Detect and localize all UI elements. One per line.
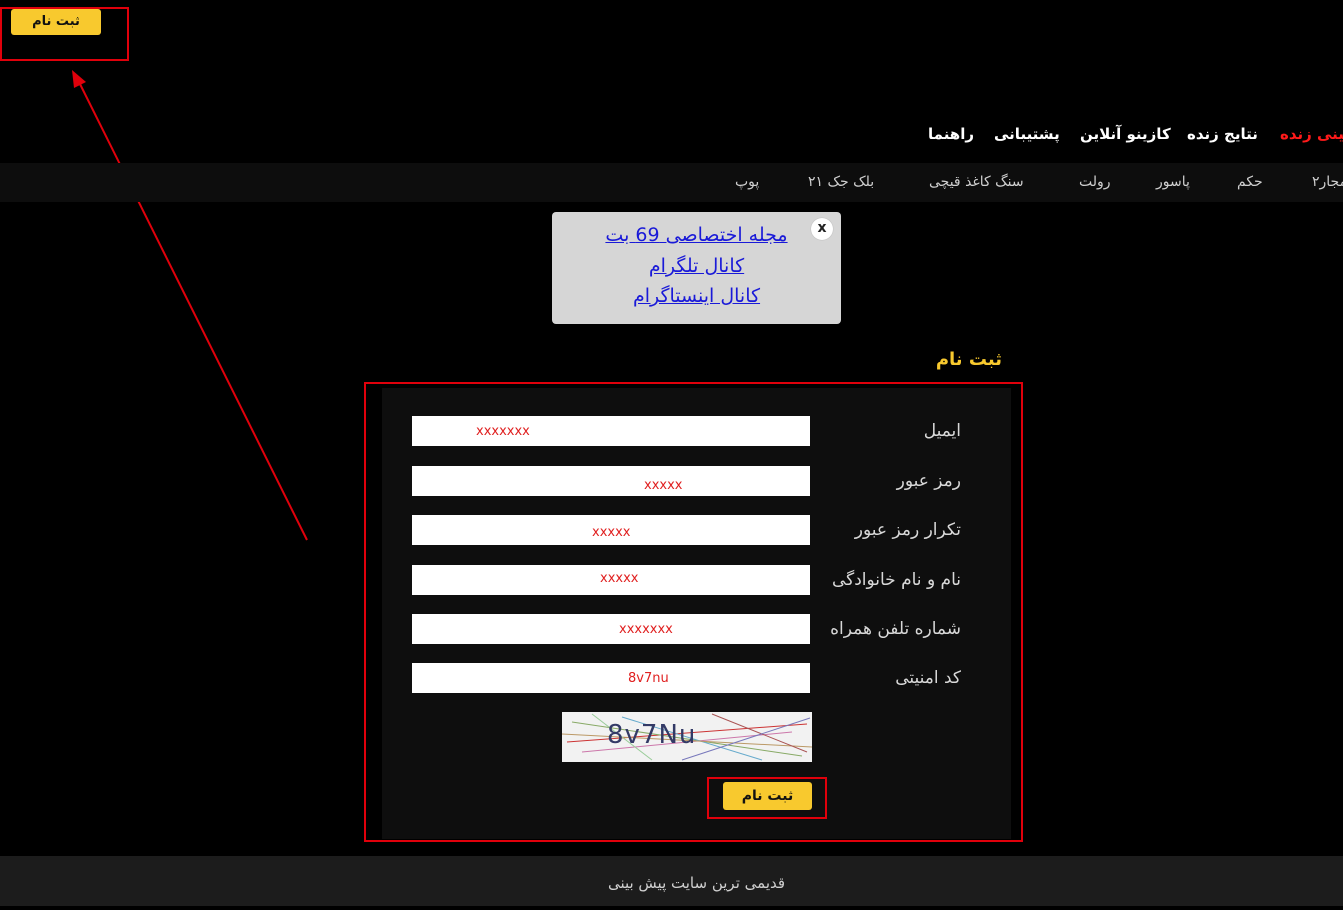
footer-text: قدیمی ترین سایت پیش بینی bbox=[607, 874, 786, 892]
close-icon[interactable]: x bbox=[811, 218, 833, 240]
games-nav: مجار۲ حکم پاسور رولت سنگ کاغذ قیچی بلک ج… bbox=[0, 163, 1343, 202]
promo-popup: مجله اختصاصی 69 بت کانال تلگرام کانال ای… bbox=[552, 212, 841, 324]
full-name-label: نام و نام خانوادگی bbox=[831, 570, 961, 590]
security-code-field[interactable] bbox=[412, 663, 810, 693]
popup-link-magazine[interactable]: مجله اختصاصی 69 بت bbox=[552, 220, 841, 250]
mobile-label: شماره تلفن همراه bbox=[830, 619, 961, 639]
sub-nav-item-roulette[interactable]: رولت bbox=[1079, 163, 1111, 202]
password-label: رمز عبور bbox=[896, 471, 961, 491]
security-code-label: کد امنیتی bbox=[895, 668, 961, 688]
register-button-top[interactable]: ثبت نام bbox=[11, 9, 101, 35]
mobile-field[interactable] bbox=[412, 614, 810, 644]
popup-link-telegram[interactable]: کانال تلگرام bbox=[552, 251, 841, 281]
email-field[interactable] bbox=[412, 416, 810, 446]
register-submit-button[interactable]: ثبت نام bbox=[723, 782, 812, 810]
nav-item-support[interactable]: پشتیبانی bbox=[994, 118, 1060, 150]
full-name-field[interactable] bbox=[412, 565, 810, 595]
nav-item-live-predict[interactable]: بینی زنده bbox=[1280, 118, 1343, 150]
nav-item-online-casino[interactable]: کازینو آنلاین bbox=[1080, 118, 1171, 150]
confirm-password-field[interactable] bbox=[412, 515, 810, 545]
form-title: ثبت نام bbox=[935, 349, 1002, 370]
nav-item-guide[interactable]: راهنما bbox=[928, 118, 974, 150]
main-nav: بینی زنده نتایج زنده کازینو آنلاین پشتیب… bbox=[0, 118, 1343, 150]
annotation-arrow bbox=[72, 70, 308, 541]
footer: قدیمی ترین سایت پیش بینی bbox=[0, 856, 1343, 906]
sub-nav-item-hokm[interactable]: حکم bbox=[1237, 163, 1263, 202]
captcha-image: 8v7Nu bbox=[562, 712, 812, 762]
sub-nav-item-pop[interactable]: پوپ bbox=[735, 163, 759, 202]
popup-link-instagram[interactable]: کانال اینستاگرام bbox=[552, 281, 841, 311]
confirm-password-label: تکرار رمز عبور bbox=[854, 520, 961, 540]
sub-nav-item-majar[interactable]: مجار۲ bbox=[1312, 163, 1343, 202]
captcha-text: 8v7Nu bbox=[607, 720, 697, 750]
sub-nav-item-blackjack[interactable]: بلک جک ۲۱ bbox=[808, 163, 874, 202]
nav-item-live-results[interactable]: نتایج زنده bbox=[1187, 118, 1258, 150]
sub-nav-item-rock-paper-scissors[interactable]: سنگ کاغذ قیچی bbox=[929, 163, 1024, 202]
password-field[interactable] bbox=[412, 466, 810, 496]
email-label: ایمیل bbox=[923, 421, 961, 441]
sub-nav-item-pasur[interactable]: پاسور bbox=[1156, 163, 1190, 202]
highlight-box-form bbox=[364, 382, 1023, 842]
